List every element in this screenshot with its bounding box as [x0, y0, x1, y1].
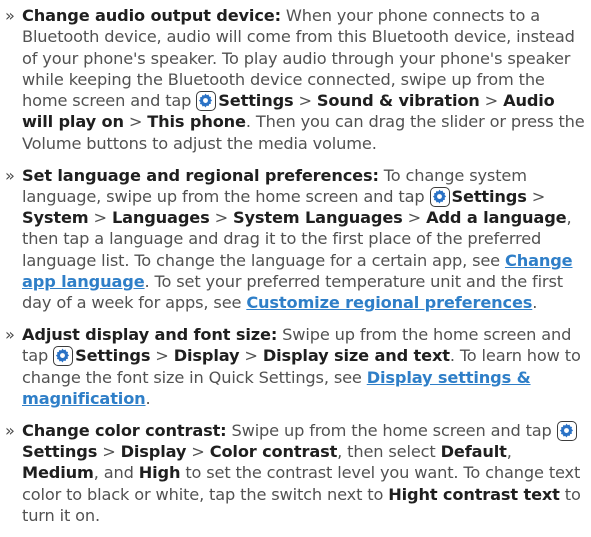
- path-display-size-and-text: Display size and text: [262, 346, 450, 366]
- bullet: »: [5, 165, 15, 185]
- list-item-language: » Set language and regional preferences:…: [0, 165, 591, 314]
- settings-icon: [196, 91, 217, 112]
- list-item-display-font-size: » Adjust display and font size: Swipe up…: [0, 324, 591, 409]
- path-display: Display: [173, 346, 240, 366]
- path-separator: >: [293, 91, 317, 111]
- item-title: Change audio output device:: [22, 6, 281, 25]
- path-settings: Settings: [218, 91, 294, 111]
- path-separator: >: [88, 208, 112, 228]
- path-separator: >: [150, 346, 174, 366]
- item-text: , and: [93, 463, 139, 483]
- path-system: System: [22, 208, 89, 228]
- path-separator: >: [526, 186, 546, 206]
- path-separator: >: [402, 208, 427, 228]
- settings-icon: [556, 420, 577, 441]
- option-default: Default: [440, 442, 507, 462]
- path-system-languages: System Languages: [233, 208, 403, 228]
- item-text: ,: [506, 442, 512, 462]
- path-this-phone: This phone: [147, 112, 246, 132]
- path-separator: >: [239, 346, 263, 366]
- option-high: High: [138, 463, 181, 483]
- path-display: Display: [120, 442, 187, 462]
- path-settings: Settings: [75, 346, 151, 366]
- item-text: .: [532, 293, 538, 313]
- path-separator: >: [123, 112, 148, 132]
- path-color-contrast: Color contrast: [209, 442, 338, 462]
- list-item-color-contrast: » Change color contrast: Swipe up from t…: [0, 420, 591, 526]
- settings-icon: [429, 186, 450, 207]
- customize-regional-preferences-link[interactable]: Customize regional preferences: [246, 293, 532, 312]
- path-settings: Settings: [451, 186, 527, 206]
- list-item-audio-output: » Change audio output device: When your …: [0, 5, 591, 154]
- bullet: »: [5, 420, 15, 440]
- item-title: Set language and regional preferences:: [22, 165, 379, 185]
- path-separator: >: [97, 442, 121, 462]
- item-text: , then select: [337, 442, 441, 462]
- path-separator: >: [186, 442, 210, 462]
- item-title: Adjust display and font size:: [22, 325, 278, 345]
- item-text: .: [145, 389, 151, 409]
- option-medium: Medium: [22, 463, 94, 483]
- settings-icon: [53, 346, 74, 367]
- path-separator: >: [209, 208, 233, 228]
- instruction-list: » Change audio output device: When your …: [0, 5, 591, 537]
- option-high-contrast-text: Hight contrast text: [388, 484, 560, 504]
- item-text: Swipe up from the home screen and tap: [226, 420, 557, 440]
- path-add-a-language: Add a language: [426, 208, 567, 228]
- bullet: »: [5, 325, 15, 345]
- path-sound-vibration: Sound & vibration: [316, 91, 480, 111]
- path-languages: Languages: [111, 208, 210, 228]
- bullet: »: [5, 6, 15, 25]
- path-separator: >: [479, 91, 504, 111]
- path-settings: Settings: [22, 442, 98, 462]
- item-title: Change color contrast:: [22, 420, 227, 440]
